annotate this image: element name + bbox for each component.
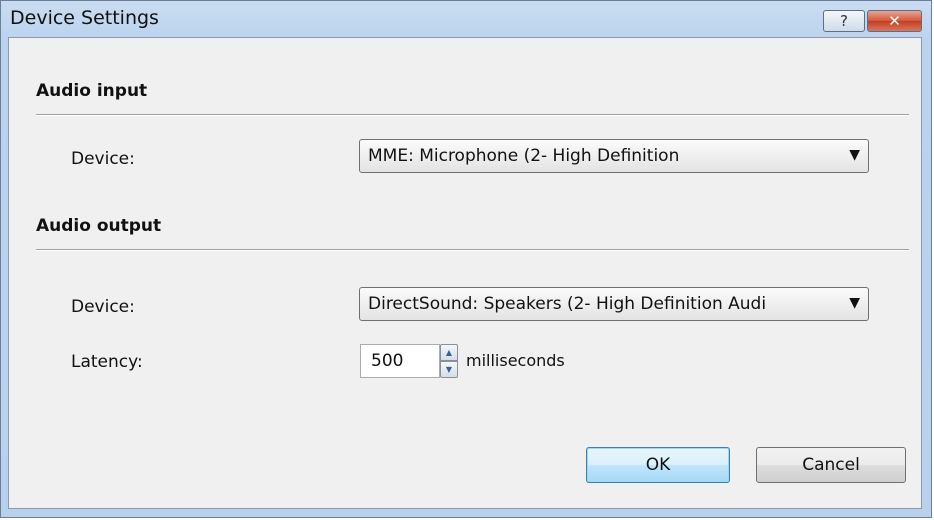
latency-label: Latency: — [71, 352, 143, 372]
audio-output-divider — [36, 249, 909, 251]
dialog-body: Audio input Device: MME: Microphone (2- … — [8, 37, 922, 509]
arrow-down-icon: ▼ — [445, 365, 453, 374]
output-device-label: Device: — [71, 297, 135, 317]
ok-button[interactable]: OK — [586, 447, 730, 483]
chevron-down-icon: ▼ — [849, 295, 860, 311]
latency-decrement-button[interactable]: ▼ — [440, 361, 458, 378]
window-title: Device Settings — [10, 7, 159, 29]
help-icon: ? — [840, 12, 848, 30]
cancel-button[interactable]: Cancel — [756, 447, 906, 483]
latency-unit-label: milliseconds — [466, 351, 565, 370]
output-device-value: DirectSound: Speakers (2- High Definitio… — [368, 294, 767, 314]
input-device-value: MME: Microphone (2- High Definition — [368, 146, 680, 166]
close-button[interactable]: ✕ — [867, 10, 922, 32]
close-icon: ✕ — [888, 12, 901, 30]
input-device-label: Device: — [71, 149, 135, 169]
latency-stepper: ▲ ▼ — [440, 344, 458, 378]
input-device-dropdown[interactable]: MME: Microphone (2- High Definition ▼ — [359, 139, 869, 173]
audio-input-heading: Audio input — [36, 81, 148, 101]
arrow-up-icon: ▲ — [445, 348, 453, 357]
audio-input-divider — [36, 114, 909, 116]
latency-value: 500 — [371, 351, 404, 371]
title-bar[interactable]: Device Settings ? ✕ — [1, 1, 931, 37]
help-button[interactable]: ? — [823, 10, 865, 32]
latency-input[interactable]: 500 — [360, 344, 440, 378]
output-device-dropdown[interactable]: DirectSound: Speakers (2- High Definitio… — [359, 287, 869, 321]
audio-output-heading: Audio output — [36, 216, 162, 236]
latency-increment-button[interactable]: ▲ — [440, 344, 458, 361]
chevron-down-icon: ▼ — [849, 147, 860, 163]
